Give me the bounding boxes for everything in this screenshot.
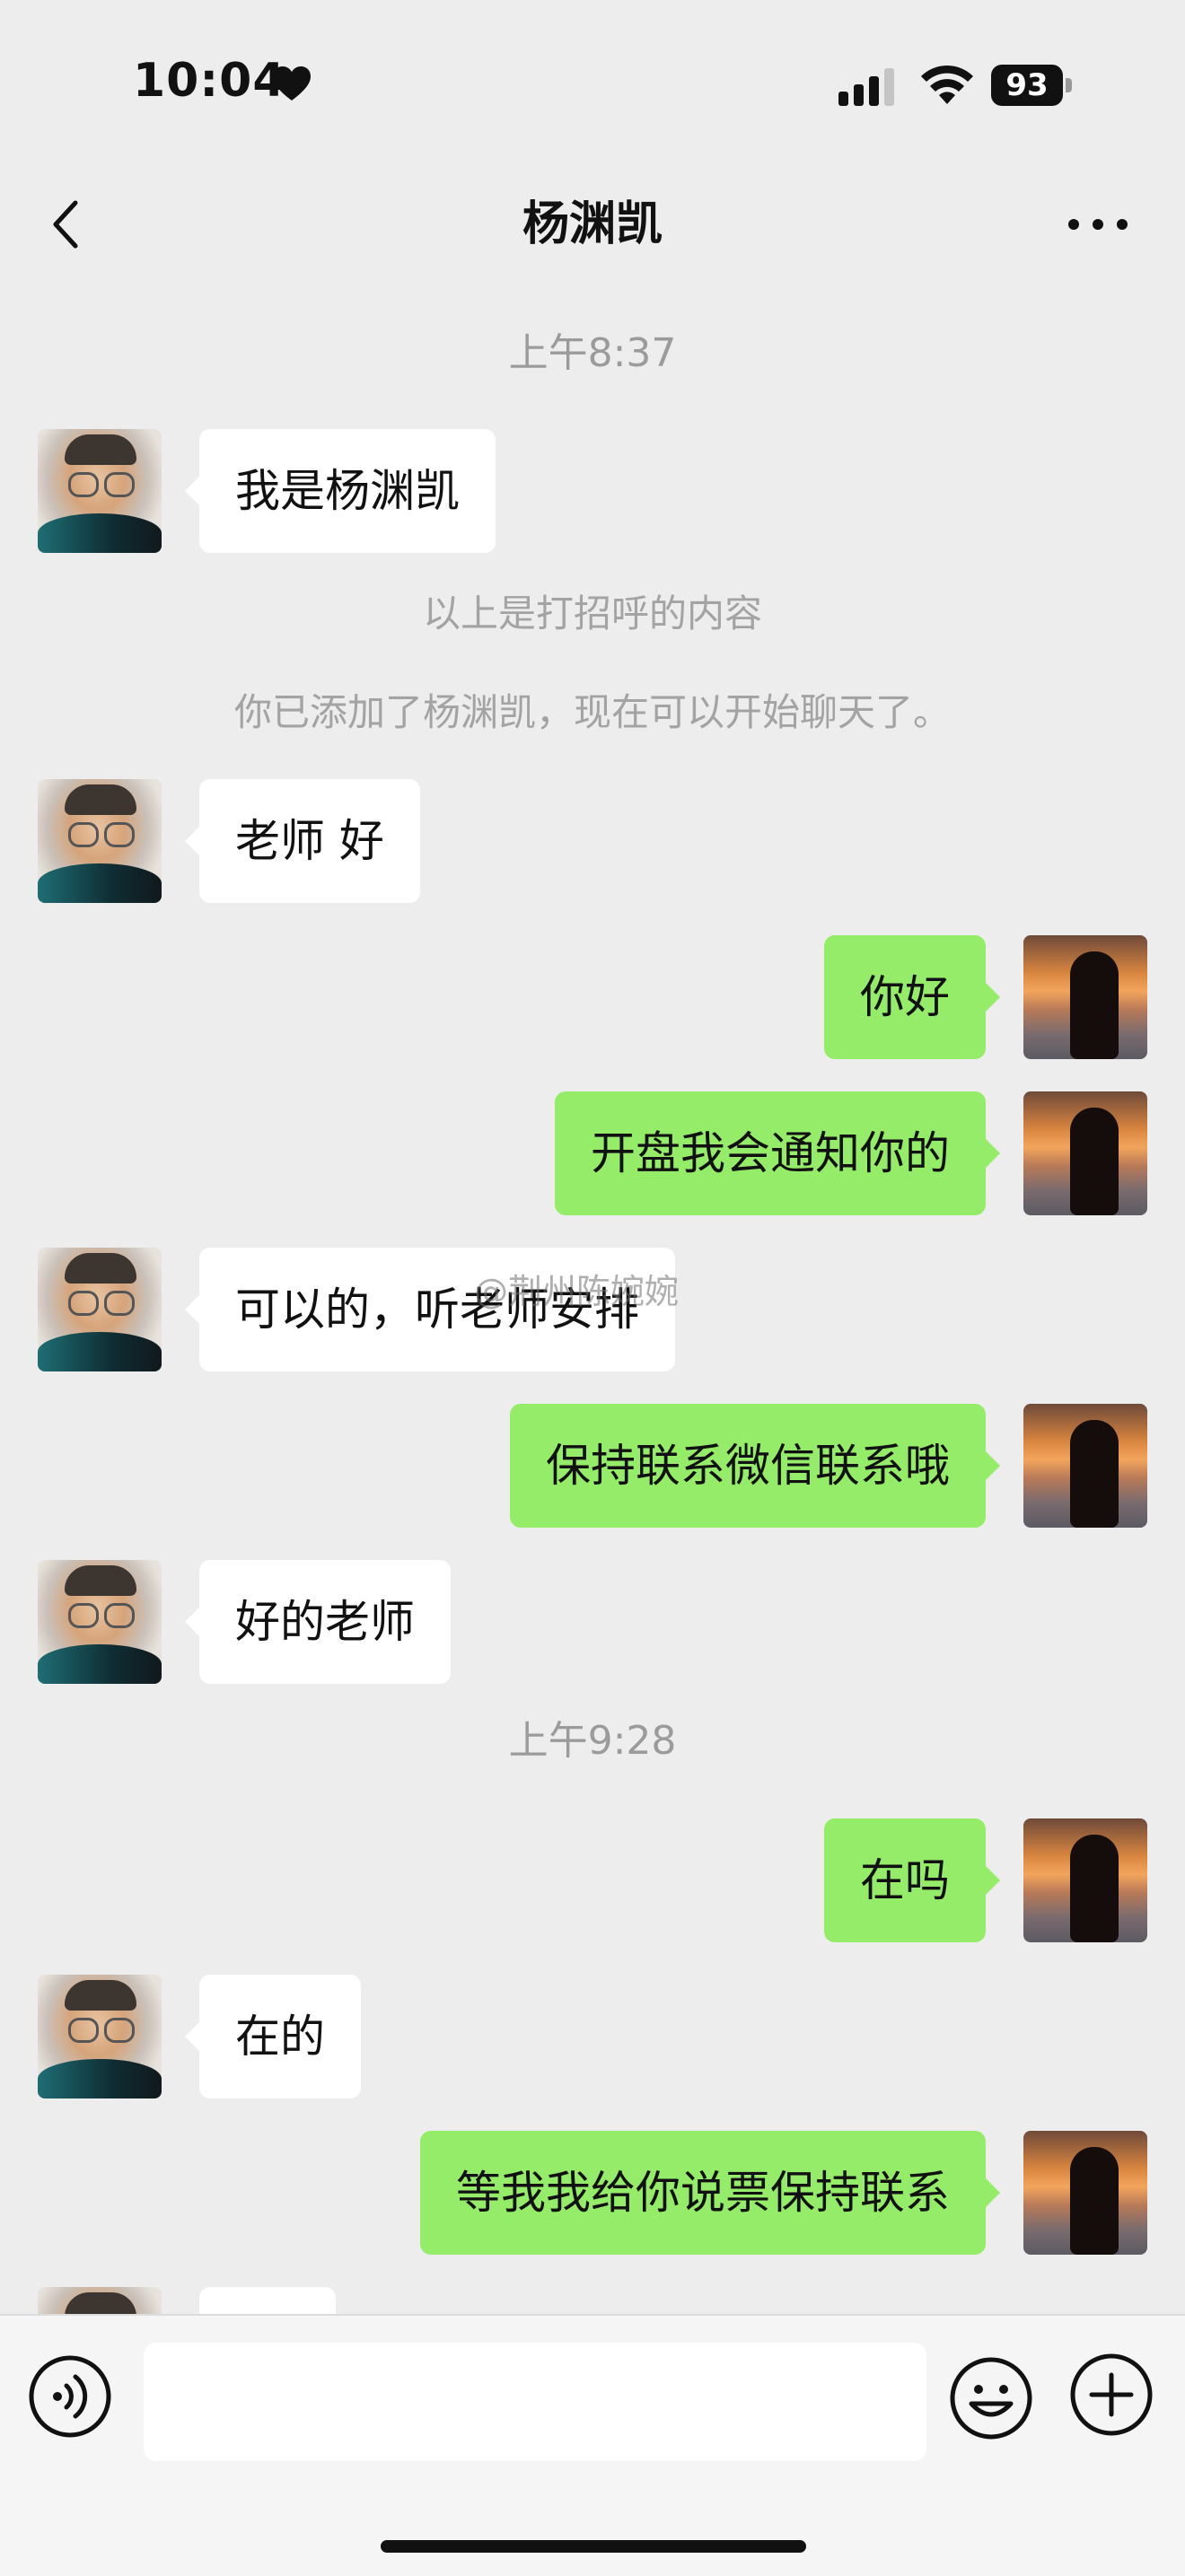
input-bar [0, 2314, 1185, 2576]
emoji-icon[interactable] [948, 2355, 1034, 2441]
system-message: 你已添加了杨渊凯，现在可以开始聊天了。 [233, 690, 951, 734]
timestamp: 上午8:37 [508, 330, 677, 376]
my-avatar[interactable] [1023, 1818, 1147, 1942]
status-time: 10:04 [133, 54, 286, 108]
battery-level: 93 [991, 65, 1063, 106]
message-bubble-incoming[interactable]: 在的 [185, 1975, 361, 2098]
plus-icon[interactable] [1068, 2352, 1154, 2438]
heart-icon [273, 66, 311, 101]
contact-avatar[interactable] [38, 1975, 162, 2098]
message-bubble-incoming[interactable] [199, 2287, 336, 2314]
message-bubble-outgoing[interactable]: 在吗 [824, 1818, 1000, 1942]
wifi-icon [921, 65, 973, 104]
message-bubble-outgoing[interactable]: 保持联系微信联系哦 [510, 1404, 1000, 1528]
contact-avatar[interactable] [38, 429, 162, 553]
my-avatar[interactable] [1023, 2131, 1147, 2255]
message-bubble-outgoing[interactable]: 等我我给你说票保持联系 [420, 2131, 1000, 2255]
contact-avatar[interactable] [38, 779, 162, 903]
message-bubble-incoming[interactable]: 好的老师 [185, 1560, 451, 1684]
my-avatar[interactable] [1023, 1091, 1147, 1215]
battery-cap [1066, 78, 1072, 92]
message-bubble-outgoing[interactable]: 开盘我会通知你的 [555, 1091, 1000, 1215]
message-bubble-incoming[interactable]: 我是杨渊凯 [185, 429, 496, 553]
more-icon[interactable] [1066, 215, 1129, 233]
voice-icon[interactable] [27, 2353, 113, 2440]
message-bubble-outgoing[interactable]: 你好 [824, 935, 1000, 1059]
message-bubble-incoming[interactable]: 老师 好 [185, 779, 420, 903]
contact-avatar[interactable] [38, 1248, 162, 1371]
nav-bar: 杨渊凯 [0, 171, 1185, 278]
status-bar: 10:04 93 [0, 0, 1185, 171]
home-indicator[interactable] [381, 2540, 806, 2553]
my-avatar[interactable] [1023, 1404, 1147, 1528]
signal-icon [838, 68, 894, 106]
chat-title: 杨渊凯 [522, 197, 663, 251]
contact-avatar[interactable] [38, 2287, 162, 2314]
message-input[interactable] [144, 2343, 926, 2461]
contact-avatar[interactable] [38, 1560, 162, 1684]
watermark: @荆州陈婉婉 [474, 1272, 680, 1311]
timestamp: 上午9:28 [508, 1718, 677, 1764]
my-avatar[interactable] [1023, 935, 1147, 1059]
system-message: 以上是打招呼的内容 [422, 591, 762, 635]
battery-icon: 93 [991, 65, 1074, 108]
